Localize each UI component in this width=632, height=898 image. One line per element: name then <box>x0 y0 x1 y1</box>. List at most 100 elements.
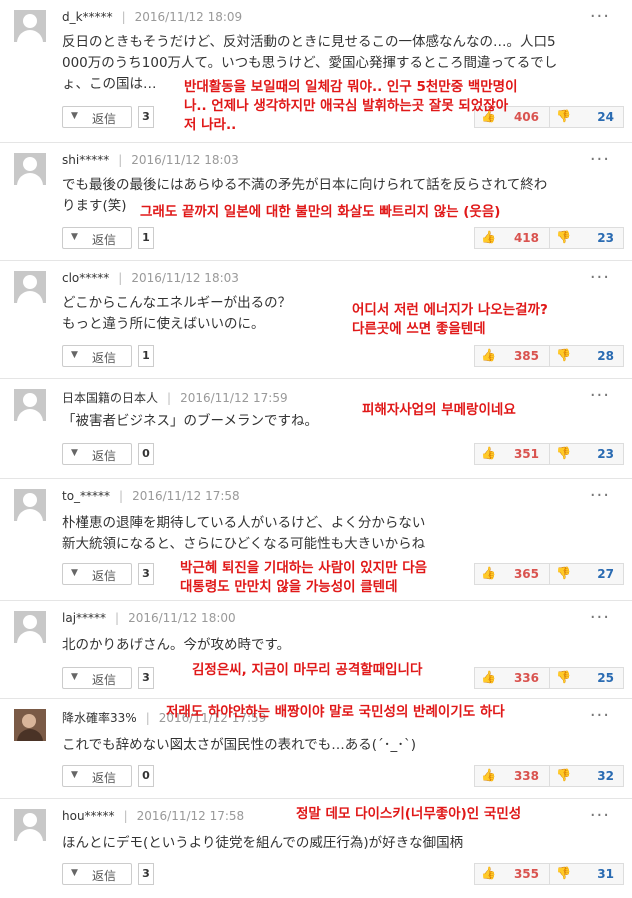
translation-note: 피해자사업의 부메랑이네요 <box>362 402 516 418</box>
username[interactable]: shi***** <box>62 153 109 167</box>
dislike-button[interactable]: 👎 32 <box>550 766 624 786</box>
more-options-icon[interactable]: ··· <box>590 267 610 288</box>
avatar[interactable] <box>14 489 46 521</box>
dislike-button[interactable]: 👎 31 <box>550 864 624 884</box>
dislike-button[interactable]: 👎 23 <box>550 228 624 248</box>
vote-box: 👍 385 👎 28 <box>474 345 624 367</box>
username[interactable]: laj***** <box>62 611 106 625</box>
thumbs-up-icon: 👍 <box>481 866 496 880</box>
reply-button[interactable]: ▼ 返信 <box>62 345 132 367</box>
translation-note: 그래도 끝까지 일본에 대한 불만의 화살도 빠트리지 않는 (웃음) <box>140 204 501 220</box>
like-button[interactable]: 👍 385 <box>475 346 550 366</box>
timestamp: 2016/11/12 18:00 <box>128 611 236 625</box>
reply-button[interactable]: ▼ 返信 <box>62 443 132 465</box>
comment-meta: clo***** | 2016/11/12 18:03 <box>62 271 239 285</box>
thumbs-down-icon: 👎 <box>556 109 571 123</box>
reply-count: 0 <box>138 765 154 787</box>
reply-button[interactable]: ▼ 返信 <box>62 563 132 585</box>
avatar[interactable] <box>14 271 46 303</box>
username[interactable]: to_***** <box>62 489 110 503</box>
comment-item: d_k***** | 2016/11/12 18:09 ··· 反日のときもそうだけ… <box>0 0 632 143</box>
like-button[interactable]: 👍 336 <box>475 668 550 688</box>
timestamp: 2016/11/12 18:03 <box>131 153 239 167</box>
vote-box: 👍 338 👎 32 <box>474 765 624 787</box>
chevron-down-icon: ▼ <box>71 350 78 360</box>
avatar[interactable] <box>14 809 46 841</box>
thumbs-down-icon: 👎 <box>556 768 571 782</box>
timestamp: 2016/11/12 17:58 <box>132 489 240 503</box>
like-button[interactable]: 👍 338 <box>475 766 550 786</box>
avatar[interactable] <box>14 10 46 42</box>
reply-count: 1 <box>138 345 154 367</box>
more-options-icon[interactable]: ··· <box>590 485 610 506</box>
timestamp: 2016/11/12 18:03 <box>131 271 239 285</box>
translation-note: 정말 데모 다이스키(너무좋아)인 국민성 <box>296 806 522 822</box>
chevron-down-icon: ▼ <box>71 770 78 780</box>
more-options-icon[interactable]: ··· <box>590 6 610 27</box>
avatar[interactable] <box>14 709 46 741</box>
reply-count: 3 <box>138 667 154 689</box>
comment-item: 日本国籍の日本人 | 2016/11/12 17:59 ··· 「被害者ビジネス」の… <box>0 379 632 479</box>
comment-text: 朴槿恵の退陣を期待している人がいるけど、よく分からない 新大統領になると、さらにひ… <box>62 515 426 552</box>
comment-meta: to_***** | 2016/11/12 17:58 <box>62 489 240 503</box>
vote-box: 👍 365 👎 27 <box>474 563 624 585</box>
username[interactable]: 降水確率33% <box>62 711 137 725</box>
reply-count: 3 <box>138 563 154 585</box>
reply-count: 1 <box>138 227 154 249</box>
like-button[interactable]: 👍 355 <box>475 864 550 884</box>
avatar[interactable] <box>14 153 46 185</box>
like-button[interactable]: 👍 365 <box>475 564 550 584</box>
more-options-icon[interactable]: ··· <box>590 385 610 406</box>
chevron-down-icon: ▼ <box>71 448 78 458</box>
more-options-icon[interactable]: ··· <box>590 805 610 826</box>
dislike-button[interactable]: 👎 28 <box>550 346 624 366</box>
reply-button[interactable]: ▼ 返信 <box>62 667 132 689</box>
more-options-icon[interactable]: ··· <box>590 149 610 170</box>
username[interactable]: hou***** <box>62 809 115 823</box>
comment-meta: laj***** | 2016/11/12 18:00 <box>62 611 236 625</box>
thumbs-up-icon: 👍 <box>481 768 496 782</box>
dislike-button[interactable]: 👎 25 <box>550 668 624 688</box>
vote-box: 👍 355 👎 31 <box>474 863 624 885</box>
dislike-button[interactable]: 👎 24 <box>550 107 624 127</box>
avatar[interactable] <box>14 611 46 643</box>
comment-text: 北のかりあげさん。今が攻め時です。 <box>62 637 291 653</box>
vote-box: 👍 336 👎 25 <box>474 667 624 689</box>
reply-button[interactable]: ▼ 返信 <box>62 765 132 787</box>
thumbs-up-icon: 👍 <box>481 230 496 244</box>
comment-meta: 日本国籍の日本人 | 2016/11/12 17:59 <box>62 391 288 405</box>
comment-text: 「被害者ビジネス」のブーメランですね。 <box>62 413 318 429</box>
translation-note: 반대활동을 보일때의 일체감 뭐야.. 인구 5천만중 백만명이 나.. 언제나 … <box>184 79 518 133</box>
comment-item: 降水確率33% | 2016/11/12 17:59 ··· これでも辞めない図太さ… <box>0 699 632 799</box>
translation-note: 어디서 저런 에너지가 나오는걸까? 다른곳에 쓰면 좋을텐데 <box>352 302 548 337</box>
like-button[interactable]: 👍 418 <box>475 228 550 248</box>
reply-button[interactable]: ▼ 返信 <box>62 106 132 128</box>
username[interactable]: clo***** <box>62 271 109 285</box>
avatar[interactable] <box>14 389 46 421</box>
comment-text: ほんとにデモ(というより徒党を組んでの威圧行為)が好きな御国柄 <box>62 835 464 851</box>
chevron-down-icon: ▼ <box>71 111 78 121</box>
reply-button[interactable]: ▼ 返信 <box>62 863 132 885</box>
comment-meta: shi***** | 2016/11/12 18:03 <box>62 153 239 167</box>
thumbs-down-icon: 👎 <box>556 670 571 684</box>
reply-count: 0 <box>138 443 154 465</box>
thumbs-down-icon: 👎 <box>556 566 571 580</box>
dislike-button[interactable]: 👎 23 <box>550 444 624 464</box>
dislike-button[interactable]: 👎 27 <box>550 564 624 584</box>
timestamp: 2016/11/12 18:09 <box>134 10 243 24</box>
translation-note: 저래도 하야안하는 배짱이야 말로 국민성의 반례이기도 하다 <box>166 704 505 720</box>
reply-button[interactable]: ▼ 返信 <box>62 227 132 249</box>
like-button[interactable]: 👍 351 <box>475 444 550 464</box>
more-options-icon[interactable]: ··· <box>590 705 610 726</box>
comment-item: clo***** | 2016/11/12 18:03 ··· どこからこんなエネル… <box>0 261 632 379</box>
username[interactable]: d_k***** <box>62 10 113 24</box>
timestamp: 2016/11/12 17:59 <box>180 391 288 405</box>
thumbs-down-icon: 👎 <box>556 866 571 880</box>
username[interactable]: 日本国籍の日本人 <box>62 391 158 405</box>
translation-note: 박근혜 퇴진을 기대하는 사람이 있지만 다음 대통령도 만만치 않을 가능성이 … <box>180 560 428 595</box>
comment-item: hou***** | 2016/11/12 17:58 ··· ほんとにデモ(という… <box>0 799 632 898</box>
comment-item: to_***** | 2016/11/12 17:58 ··· 朴槿恵の退陣を期待し… <box>0 479 632 601</box>
more-options-icon[interactable]: ··· <box>590 607 610 628</box>
translation-note: 김정은씨, 지금이 마무리 공격할때입니다 <box>192 662 423 678</box>
thumbs-down-icon: 👎 <box>556 230 571 244</box>
